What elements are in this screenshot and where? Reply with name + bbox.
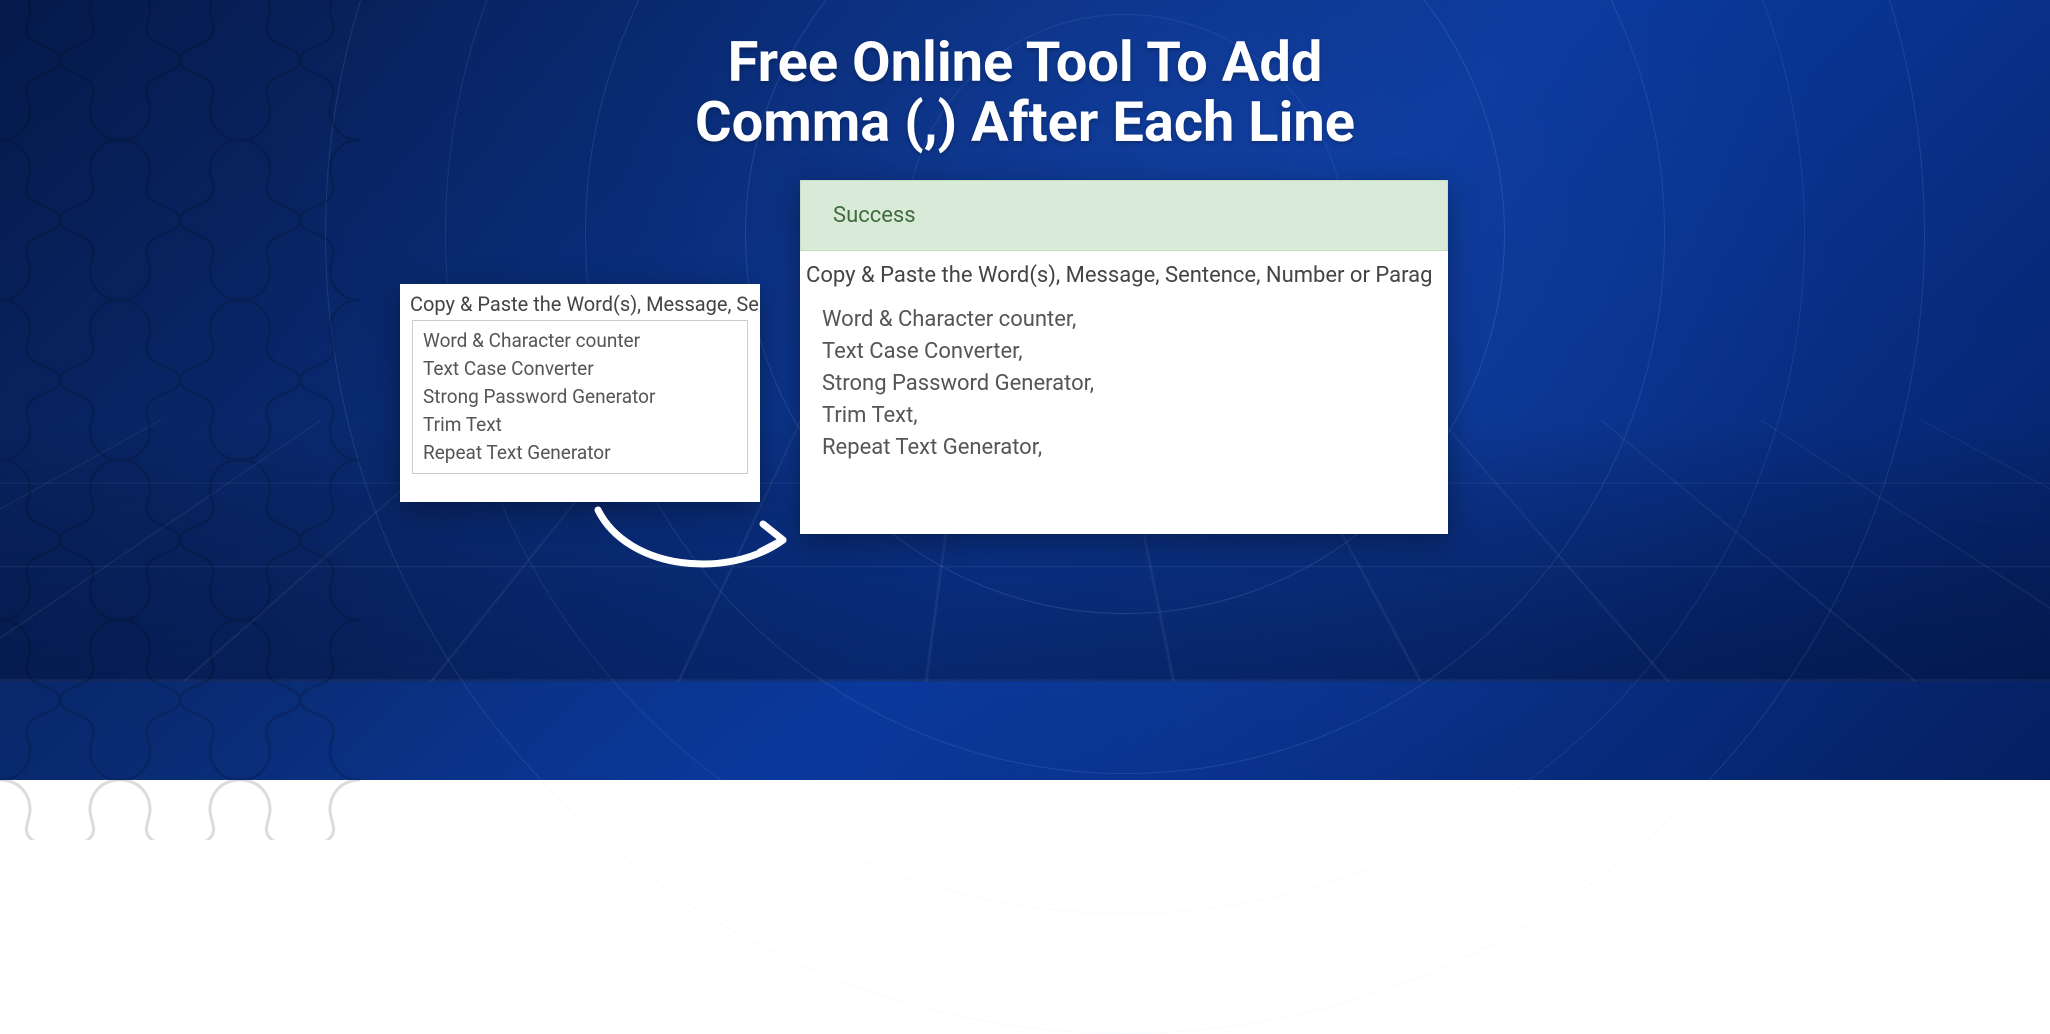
before-line: Repeat Text Generator <box>423 439 737 467</box>
after-line: Strong Password Generator, <box>822 368 1426 400</box>
before-line: Text Case Converter <box>423 355 737 383</box>
before-panel-textbox[interactable]: Word & Character counter Text Case Conve… <box>412 320 748 474</box>
after-line: Word & Character counter, <box>822 304 1426 336</box>
after-panel: Success Copy & Paste the Word(s), Messag… <box>800 180 1448 534</box>
after-line: Trim Text, <box>822 400 1426 432</box>
after-panel-instruction: Copy & Paste the Word(s), Message, Sente… <box>800 251 1448 298</box>
page-title: Free Online Tool To Add Comma (,) After … <box>0 32 2050 153</box>
before-panel: Copy & Paste the Word(s), Message, Se Wo… <box>400 284 760 502</box>
success-banner: Success <box>800 180 1448 251</box>
before-panel-instruction: Copy & Paste the Word(s), Message, Se <box>400 284 760 320</box>
page-title-line-1: Free Online Tool To Add <box>728 29 1323 95</box>
before-line: Trim Text <box>423 411 737 439</box>
after-line: Text Case Converter, <box>822 336 1426 368</box>
after-line: Repeat Text Generator, <box>822 432 1426 464</box>
before-line: Strong Password Generator <box>423 383 737 411</box>
page-title-line-2: Comma (,) After Each Line <box>695 89 1355 155</box>
after-panel-textbox[interactable]: Word & Character counter, Text Case Conv… <box>812 298 1436 470</box>
before-line: Word & Character counter <box>423 327 737 355</box>
